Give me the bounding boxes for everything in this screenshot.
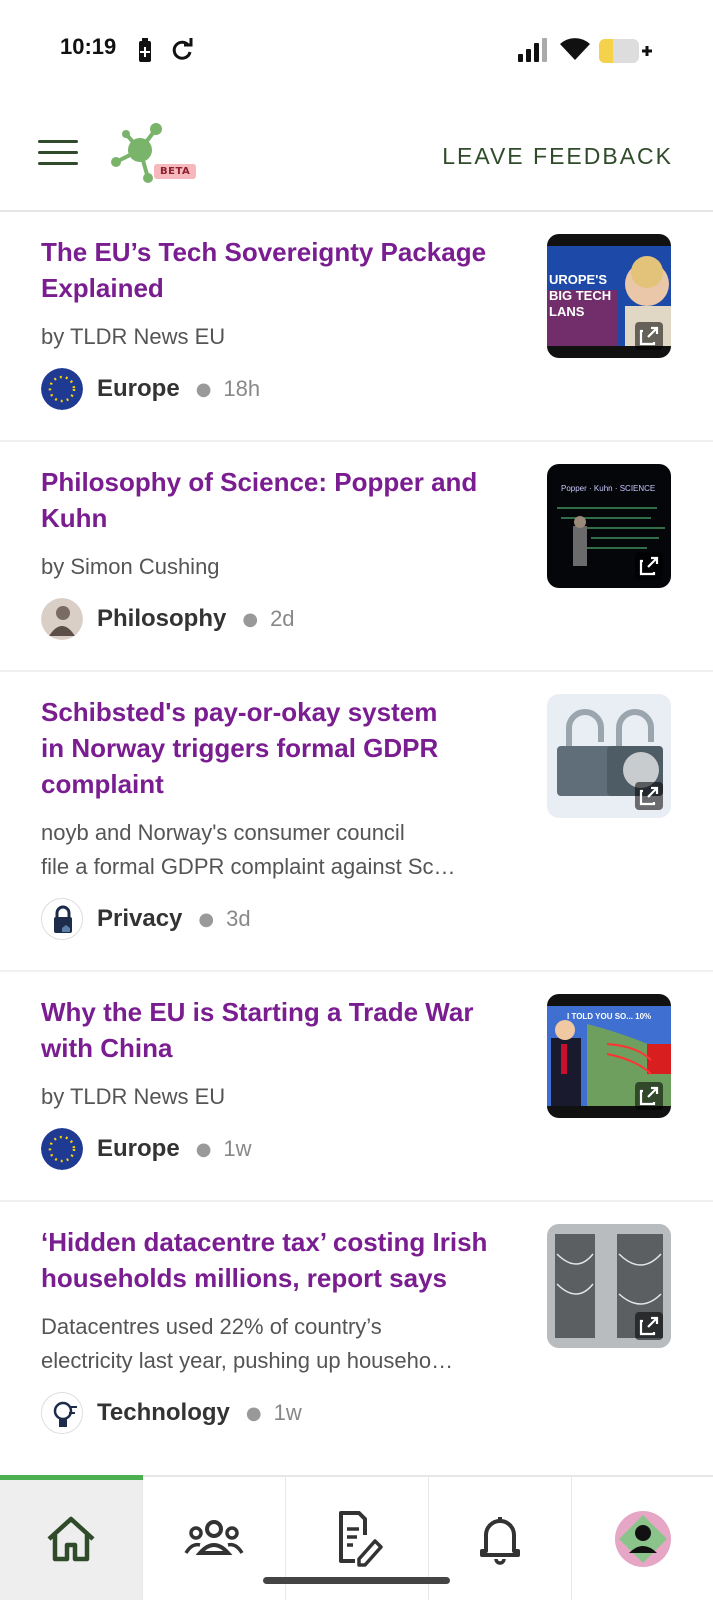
topic-name[interactable]: Europe: [97, 375, 180, 403]
feed-item[interactable]: ‘Hidden datacentre tax’ costing Irish ho…: [0, 1202, 713, 1472]
item-title-line: ‘Hidden datacentre tax’ costing Irish: [41, 1227, 488, 1257]
separator-dot: ●: [242, 608, 259, 630]
item-subtitle: noyb and Norway's consumer council file …: [41, 816, 521, 884]
item-title[interactable]: ‘Hidden datacentre tax’ costing Irish ho…: [41, 1224, 521, 1296]
item-title-line: Philosophy of Science: Popper and: [41, 467, 478, 497]
nav-tab-notifications[interactable]: [429, 1477, 572, 1600]
app-header: BETA LEAVE FEEDBACK: [0, 100, 713, 212]
external-link-icon: [635, 782, 663, 810]
battery-saver-icon: [139, 38, 151, 62]
signal-icon: [518, 38, 547, 62]
philosophy-statue-icon[interactable]: [41, 598, 83, 640]
thumbnail-caption: I TOLD YOU SO... 10%: [567, 1012, 652, 1021]
item-title[interactable]: The EU’s Tech Sovereignty Package Explai…: [41, 234, 521, 306]
profile-avatar: [615, 1511, 671, 1567]
item-title-line: complaint: [41, 769, 164, 799]
item-title-line: Why the EU is Starting a Trade War: [41, 997, 474, 1027]
topic-name[interactable]: Privacy: [97, 905, 182, 933]
item-title-line: with China: [41, 1033, 173, 1063]
topic-name[interactable]: Europe: [97, 1135, 180, 1163]
item-time: 2d: [270, 606, 295, 631]
external-link-icon: [635, 552, 663, 580]
wifi-icon: [560, 38, 590, 60]
external-link-icon: [635, 1312, 663, 1340]
item-time: 18h: [223, 376, 261, 401]
item-subtitle: by Simon Cushing: [41, 550, 521, 584]
item-thumbnail[interactable]: UROPE'S BIG TECH LANS: [547, 234, 671, 358]
hamburger-menu-icon: [38, 140, 78, 143]
item-title-line: Schibsted's pay-or-okay system: [41, 697, 438, 727]
item-subtitle: by TLDR News EU: [41, 1080, 521, 1114]
item-subtitle-line: by Simon Cushing: [41, 554, 220, 579]
battery-icon: [599, 39, 652, 63]
eu-flag-icon[interactable]: [41, 1128, 83, 1170]
nav-tab-profile[interactable]: [572, 1477, 713, 1600]
item-time: 1w: [223, 1136, 252, 1161]
groups-icon: [184, 1520, 244, 1555]
thumbnail-caption: Popper · Kuhn · SCIENCE: [561, 484, 656, 493]
item-subtitle-line: file a formal GDPR complaint against Sc…: [41, 854, 456, 879]
item-subtitle-line: Datacentres used 22% of country’s: [41, 1314, 382, 1339]
item-subtitle: by TLDR News EU: [41, 320, 521, 354]
item-thumbnail[interactable]: I TOLD YOU SO... 10%: [547, 994, 671, 1118]
feed-item[interactable]: Why the EU is Starting a Trade War with …: [0, 972, 713, 1202]
item-thumbnail[interactable]: [547, 1224, 671, 1348]
sync-icon: [172, 38, 193, 60]
item-subtitle: Datacentres used 22% of country’s electr…: [41, 1310, 521, 1378]
item-subtitle-line: by TLDR News EU: [41, 324, 226, 349]
separator-dot: ●: [195, 1138, 212, 1160]
home-indicator[interactable]: [263, 1577, 450, 1584]
item-title-line: Explained: [41, 273, 164, 303]
item-thumbnail[interactable]: Popper · Kuhn · SCIENCE: [547, 464, 671, 588]
edit-note-icon: [339, 1511, 383, 1567]
separator-dot: ●: [245, 1402, 262, 1424]
item-meta: Philosophy ● 2d: [41, 598, 295, 640]
status-bar: 10:19: [0, 0, 713, 100]
leave-feedback-link[interactable]: LEAVE FEEDBACK: [442, 143, 673, 170]
item-title[interactable]: Why the EU is Starting a Trade War with …: [41, 994, 521, 1066]
home-icon: [47, 1516, 95, 1562]
privacy-lock-icon[interactable]: [41, 898, 83, 940]
item-meta: Technology ● 1w: [41, 1392, 302, 1434]
thumbnail-caption: UROPE'S BIG TECH LANS: [549, 272, 612, 319]
external-link-icon: [635, 1082, 663, 1110]
item-title[interactable]: Philosophy of Science: Popper and Kuhn: [41, 464, 521, 536]
eu-flag-icon[interactable]: [41, 368, 83, 410]
item-title-line: The EU’s Tech Sovereignty Package: [41, 237, 487, 267]
topic-name[interactable]: Philosophy: [97, 605, 226, 633]
feed-item[interactable]: Schibsted's pay-or-okay system in Norway…: [0, 672, 713, 972]
topic-name[interactable]: Technology: [97, 1399, 230, 1427]
separator-dot: ●: [198, 908, 215, 930]
menu-button[interactable]: [38, 140, 78, 170]
app-logo[interactable]: BETA: [108, 120, 197, 190]
item-meta: Europe ● 18h: [41, 368, 260, 410]
technology-bulb-icon[interactable]: [41, 1392, 83, 1434]
status-time: 10:19: [60, 34, 117, 59]
item-title-line: households millions, report says: [41, 1263, 447, 1293]
beta-badge: BETA: [154, 164, 197, 179]
item-meta: Europe ● 1w: [41, 1128, 252, 1170]
item-time: 1w: [273, 1400, 302, 1425]
item-subtitle-line: electricity last year, pushing up househ…: [41, 1348, 454, 1373]
item-title-line: in Norway triggers formal GDPR: [41, 733, 439, 763]
item-subtitle-line: by TLDR News EU: [41, 1084, 226, 1109]
feed-item[interactable]: The EU’s Tech Sovereignty Package Explai…: [0, 212, 713, 442]
feed-item[interactable]: Philosophy of Science: Popper and Kuhn b…: [0, 442, 713, 672]
feed-list: The EU’s Tech Sovereignty Package Explai…: [0, 212, 713, 1475]
item-thumbnail[interactable]: [547, 694, 671, 818]
notifications-icon: [480, 1517, 520, 1565]
item-meta: Privacy ● 3d: [41, 898, 251, 940]
item-subtitle-line: noyb and Norway's consumer council: [41, 820, 405, 845]
item-title[interactable]: Schibsted's pay-or-okay system in Norway…: [41, 694, 521, 802]
logo-icon: [111, 123, 162, 183]
nav-tab-home[interactable]: [0, 1475, 143, 1600]
external-link-icon: [635, 322, 663, 350]
item-title-line: Kuhn: [41, 503, 108, 533]
separator-dot: ●: [195, 378, 212, 400]
item-time: 3d: [226, 906, 251, 931]
